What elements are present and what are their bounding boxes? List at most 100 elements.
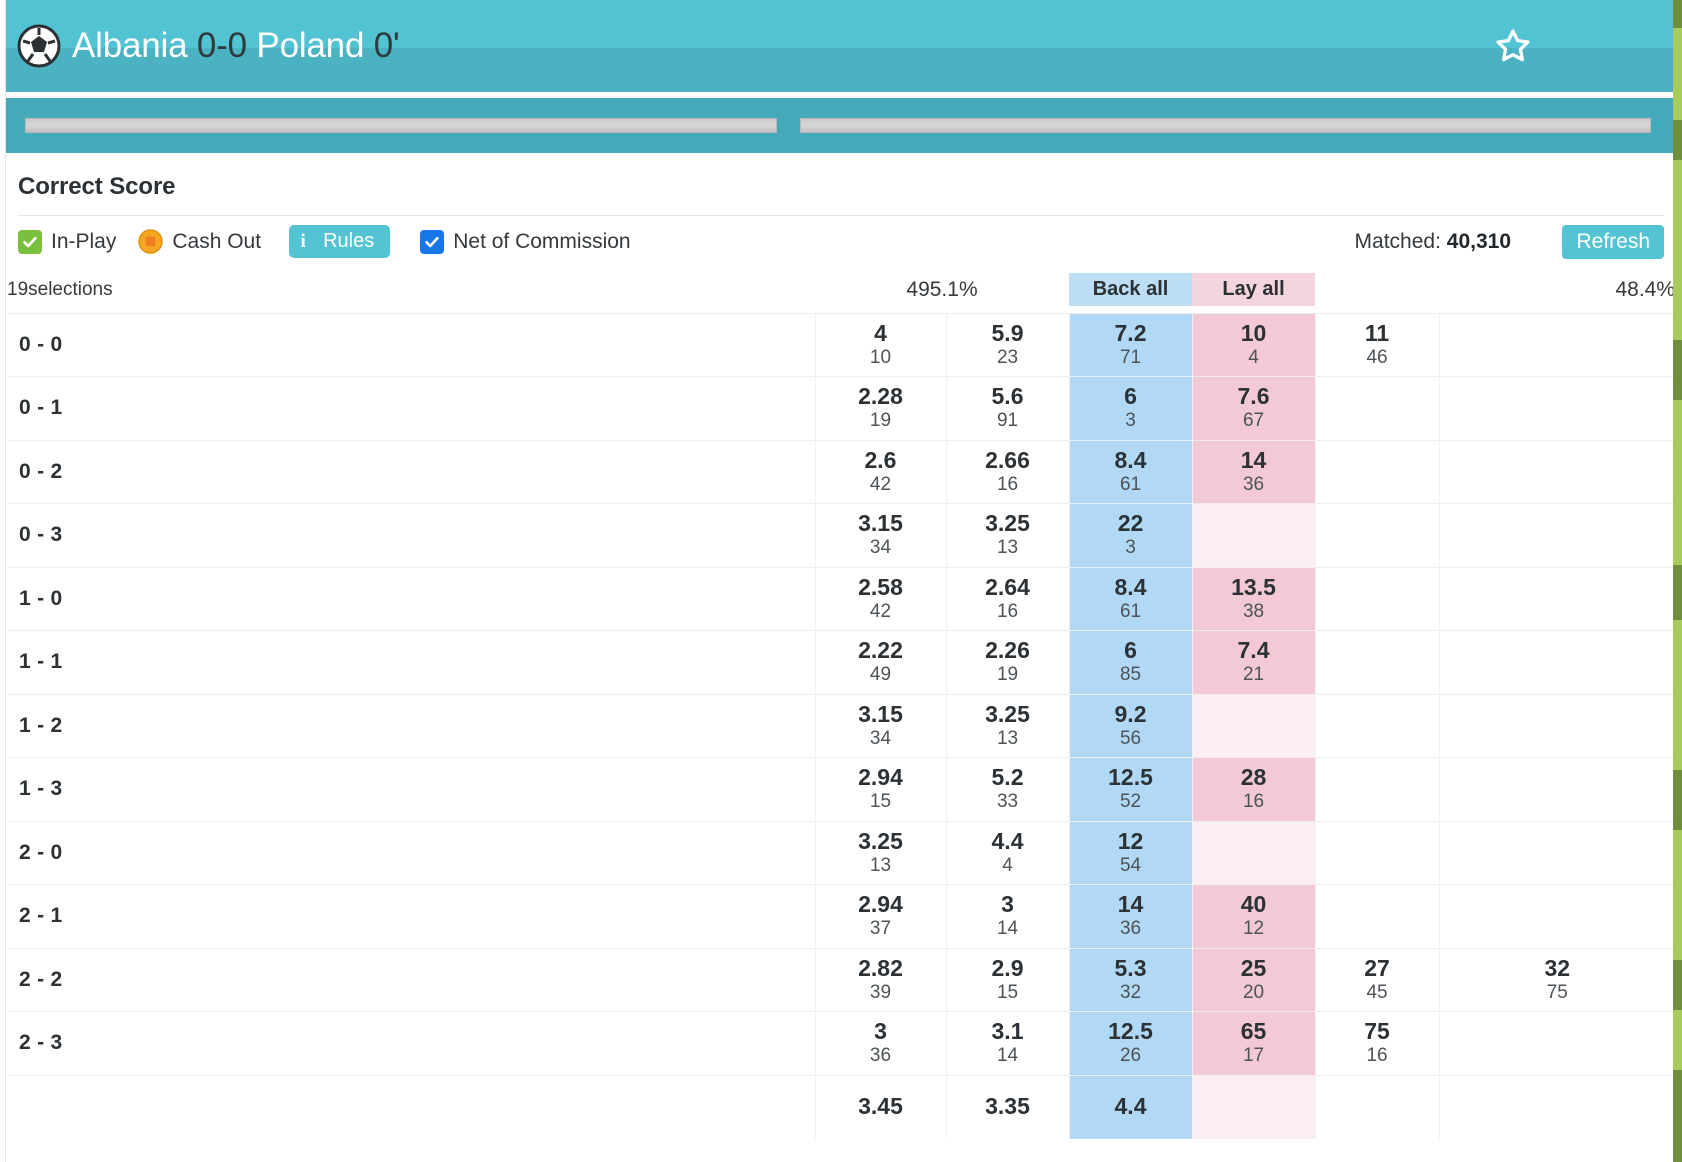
lay-odds-cell[interactable]: 7.4 21 xyxy=(1191,630,1316,694)
cash-out-toggle[interactable]: Cash Out xyxy=(138,229,261,254)
back-odds-cell[interactable]: 4.4 xyxy=(1068,1074,1193,1139)
tab-scroll-bar-right[interactable] xyxy=(800,118,1651,133)
odds-value: 2.94 xyxy=(858,891,903,918)
odds-size: 17 xyxy=(1242,1045,1265,1067)
lay-odds-cell[interactable]: 10 4 xyxy=(1191,312,1316,377)
odds-cell[interactable]: 5.2 33 xyxy=(945,757,1070,821)
back-odds-cell[interactable]: 12.5 52 xyxy=(1068,757,1193,821)
odds-cell[interactable]: 3.1 14 xyxy=(945,1011,1070,1075)
odds-cell xyxy=(1438,376,1676,440)
net-of-commission-toggle[interactable]: Net of Commission xyxy=(420,229,631,254)
away-team: Poland xyxy=(256,26,365,65)
odds-size: 16 xyxy=(996,473,1019,495)
star-outline-icon[interactable] xyxy=(1494,27,1532,65)
refresh-label: Refresh xyxy=(1576,229,1650,253)
back-odds-cell[interactable]: 14 36 xyxy=(1068,884,1193,948)
back-odds-cell[interactable]: 12 54 xyxy=(1068,820,1193,885)
odds-value: 3.1 xyxy=(991,1018,1024,1045)
odds-value: 3 xyxy=(1001,891,1014,918)
odds-cell[interactable]: 11 46 xyxy=(1314,312,1440,377)
odds-cell[interactable]: 3.25 13 xyxy=(945,693,1070,758)
odds-cell[interactable]: 5.9 23 xyxy=(945,312,1070,377)
net-of-commission-checkbox[interactable] xyxy=(420,229,445,254)
odds-size: 61 xyxy=(1119,600,1142,622)
odds-value: 2.64 xyxy=(985,573,1030,600)
odds-cell[interactable]: 2.6 42 xyxy=(814,439,946,504)
odds-cell[interactable]: 3.15 34 xyxy=(814,503,946,567)
back-all-button[interactable]: Back all xyxy=(1069,273,1193,307)
in-play-toggle[interactable]: In-Play xyxy=(18,229,116,254)
odds-value: 7.4 xyxy=(1237,637,1270,664)
odds-cell[interactable]: 3.25 13 xyxy=(814,820,946,885)
table-row: 1 - 0 2.58 42 2.64 16 8.4 61 13.5 38 xyxy=(7,566,1676,631)
back-odds-cell[interactable]: 63 xyxy=(1068,376,1193,440)
lay-odds-cell[interactable]: 13.5 38 xyxy=(1191,566,1316,631)
table-row: 1 - 2 3.15 34 3.25 13 9.2 56 xyxy=(7,693,1676,758)
odds-cell[interactable]: 4.4 4 xyxy=(945,820,1070,885)
page-scrollbar[interactable] xyxy=(1673,0,1682,1162)
odds-cell xyxy=(1438,757,1676,821)
odds-cell xyxy=(1438,884,1676,948)
net-of-commission-label: Net of Commission xyxy=(453,229,631,253)
odds-cell[interactable]: 2.22 49 xyxy=(814,630,946,694)
rules-button[interactable]: i Rules xyxy=(289,225,391,258)
check-icon xyxy=(23,236,37,247)
odds-value: 65 xyxy=(1240,1018,1267,1045)
refresh-button[interactable]: Refresh xyxy=(1562,224,1664,259)
odds-cell[interactable]: 2.82 39 xyxy=(814,947,946,1012)
lay-odds-cell[interactable]: 14 36 xyxy=(1191,439,1316,504)
odds-cell[interactable]: 3.45 xyxy=(814,1074,946,1139)
back-odds-cell[interactable]: 7.2 71 xyxy=(1068,312,1193,377)
odds-cell[interactable]: 3.25 13 xyxy=(945,503,1070,567)
back-odds-cell[interactable]: 12.5 26 xyxy=(1068,1011,1193,1075)
lay-odds-cell[interactable]: 65 17 xyxy=(1191,1011,1316,1075)
odds-size: 36 xyxy=(1242,473,1265,495)
cash-out-label: Cash Out xyxy=(172,229,262,253)
odds-cell[interactable]: 2.94 15 xyxy=(814,757,946,821)
odds-cell[interactable]: 4 10 xyxy=(814,312,946,377)
odds-value: 6 xyxy=(1124,383,1137,410)
odds-value: 4.4 xyxy=(1114,1093,1147,1120)
in-play-checkbox[interactable] xyxy=(18,229,42,254)
lay-all-button[interactable]: Lay all xyxy=(1192,273,1316,307)
odds-cell[interactable]: 32 75 xyxy=(1438,947,1676,1012)
odds-cell[interactable]: 3 36 xyxy=(814,1011,946,1075)
odds-cell[interactable]: 3.35 xyxy=(945,1074,1070,1139)
back-odds-cell[interactable]: 8.4 61 xyxy=(1068,439,1193,504)
odds-value: 7.6 xyxy=(1237,383,1270,410)
odds-value: 25 xyxy=(1240,954,1267,981)
back-odds-cell[interactable]: 22 3 xyxy=(1068,503,1193,567)
odds-value: 14 xyxy=(1240,446,1267,473)
tab-scroll-bar-left[interactable] xyxy=(25,118,777,133)
back-odds-cell[interactable]: 9.2 56 xyxy=(1068,693,1193,758)
runner-name: 0 - 0 xyxy=(7,312,815,377)
odds-value: 2.58 xyxy=(858,573,903,600)
back-odds-cell[interactable]: 6 85 xyxy=(1068,630,1193,694)
odds-cell[interactable]: 3.15 34 xyxy=(814,693,946,758)
lay-odds-cell[interactable]: 28 16 xyxy=(1191,757,1316,821)
odds-cell[interactable]: 2.64 16 xyxy=(945,566,1070,631)
odds-size: 37 xyxy=(869,918,892,940)
market-tab-strip[interactable] xyxy=(6,95,1675,153)
odds-size: 16 xyxy=(1366,1045,1388,1067)
odds-value: 14 xyxy=(1117,891,1144,918)
lay-odds-cell[interactable]: 40 12 xyxy=(1191,884,1316,948)
odds-cell[interactable]: 2.66 16 xyxy=(945,439,1070,504)
lay-odds-cell[interactable]: 25 20 xyxy=(1191,947,1316,1012)
back-odds-cell[interactable]: 5.3 32 xyxy=(1068,947,1193,1012)
check-icon xyxy=(425,236,439,247)
lay-odds-cell[interactable]: 7.6 67 xyxy=(1191,376,1316,440)
odds-cell[interactable]: 2.28 19 xyxy=(814,376,946,440)
odds-value: 4 xyxy=(874,319,887,346)
odds-value: 2.28 xyxy=(858,383,903,410)
odds-cell[interactable]: 75 16 xyxy=(1314,1011,1440,1075)
odds-cell[interactable]: 2.26 19 xyxy=(945,630,1070,694)
odds-cell[interactable]: 2.94 37 xyxy=(814,884,946,948)
odds-cell xyxy=(1314,439,1440,504)
odds-cell[interactable]: 3 14 xyxy=(945,884,1070,948)
odds-cell[interactable]: 2.9 15 xyxy=(945,947,1070,1012)
odds-cell[interactable]: 2.58 42 xyxy=(814,566,946,631)
back-odds-cell[interactable]: 8.4 61 xyxy=(1068,566,1193,631)
odds-cell[interactable]: 27 45 xyxy=(1314,947,1440,1012)
odds-cell[interactable]: 5.6 91 xyxy=(945,376,1070,440)
